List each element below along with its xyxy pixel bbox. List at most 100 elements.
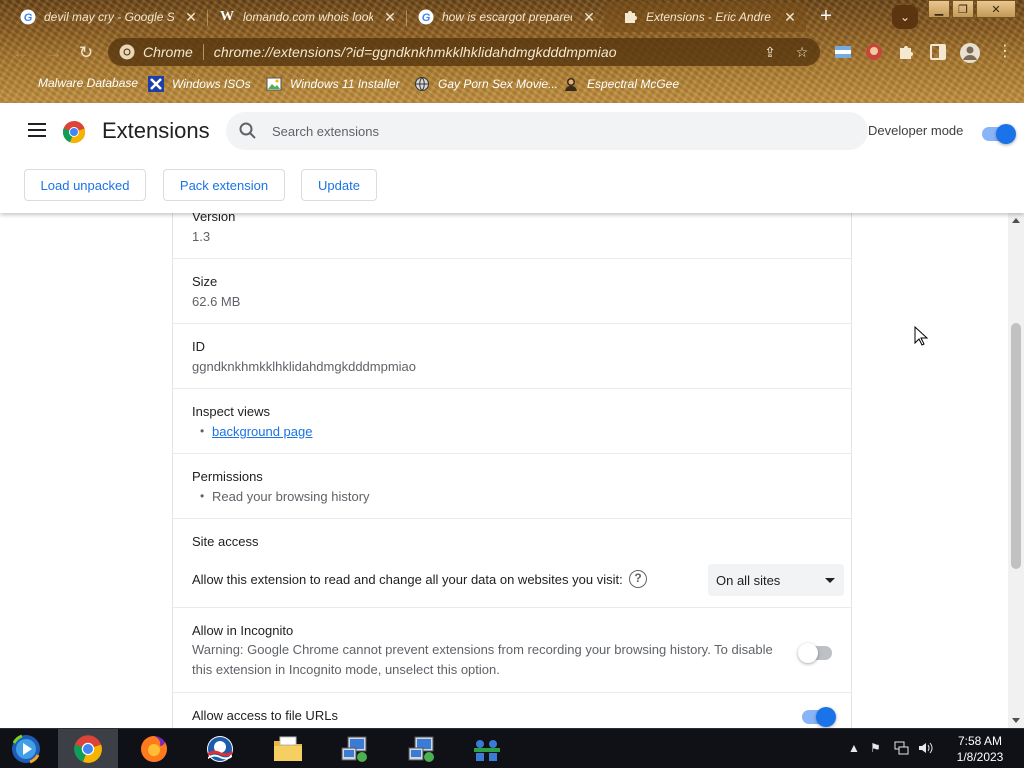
dropdown-caret-icon xyxy=(825,578,835,583)
taskbar-firefox-icon[interactable] xyxy=(124,729,184,768)
permissions-row: Permissions • Read your browsing history xyxy=(173,454,851,519)
bookmark-windows-isos[interactable]: Windows ISOs xyxy=(148,76,251,92)
taskbar-network-setup-icon[interactable] xyxy=(392,729,452,768)
vertical-scrollbar[interactable] xyxy=(1008,213,1024,728)
tab-whois-lookup[interactable]: W lomando.com whois lookup ✕ xyxy=(201,2,406,32)
tab-title: Extensions - Eric Andre xyxy=(646,10,771,24)
image-file-icon xyxy=(266,76,282,92)
incognito-label: Allow in Incognito xyxy=(192,623,294,638)
back-arrow-icon[interactable]: ← xyxy=(10,42,32,64)
tab-extensions[interactable]: Extensions - Eric Andre ✕ xyxy=(604,2,806,32)
site-access-select[interactable]: On all sites xyxy=(708,564,844,596)
allow-file-urls-toggle[interactable] xyxy=(802,707,836,727)
extension-details-view[interactable]: Version 1.3 Size 62.6 MB ID ggndknkhmkkl… xyxy=(0,213,1008,728)
tab-search-chevron-icon[interactable]: ⌄ xyxy=(892,5,918,29)
bullet-dot: • xyxy=(200,424,205,438)
chrome-logo-icon xyxy=(62,120,86,144)
taskbar-obama-logo-icon[interactable] xyxy=(190,729,250,768)
bookmark-label: Gay Porn Sex Movie... xyxy=(438,77,559,91)
tab-strip: G devil may cry - Google Se ✕ W lomando.… xyxy=(0,0,1024,34)
kebab-menu-icon[interactable]: ⋮ xyxy=(995,42,1015,62)
site-access-description: Allow this extension to read and change … xyxy=(192,572,623,587)
taskbar-chrome-icon[interactable] xyxy=(58,729,118,768)
inspect-views-row: Inspect views • background page xyxy=(173,389,851,454)
background-page-link[interactable]: background page xyxy=(212,424,312,439)
taskbar-network-setup-icon[interactable] xyxy=(325,729,385,768)
file-urls-row: Allow access to file URLs xyxy=(173,693,851,728)
system-clock[interactable]: 7:58 AM 1/8/2023 xyxy=(945,733,1015,765)
search-icon xyxy=(238,121,258,141)
bookmark-espectral-mcgee[interactable]: Espectral McGee xyxy=(563,76,679,92)
mouse-pointer-icon xyxy=(914,325,929,346)
action-center-flag-icon[interactable]: ⚑ xyxy=(870,741,881,755)
media-center-start-icon[interactable] xyxy=(8,733,44,765)
allow-incognito-toggle[interactable] xyxy=(798,643,832,663)
close-tab-icon[interactable]: ✕ xyxy=(382,9,398,25)
bookmark-label: Malware Database xyxy=(38,76,139,90)
url-text[interactable]: chrome://extensions/?id=ggndknkhmkklhkli… xyxy=(214,44,617,60)
search-extensions[interactable] xyxy=(226,112,868,150)
bookmark-windows-11-installer[interactable]: Windows 11 Installer xyxy=(266,76,400,92)
taskbar-file-explorer-icon[interactable] xyxy=(258,729,318,768)
search-input[interactable] xyxy=(272,123,832,139)
version-label: Version xyxy=(192,213,236,224)
bookmarks-bar: Malware Database Windows ISOs Windows 11… xyxy=(0,70,1024,98)
close-tab-icon[interactable]: ✕ xyxy=(782,9,798,25)
x-logo-icon xyxy=(148,76,164,92)
bookmark-adult-site[interactable]: Gay Porn Sex Movie... xyxy=(414,76,558,92)
load-unpacked-button[interactable]: Load unpacked xyxy=(24,169,146,201)
minimize-window-icon[interactable]: ▁ xyxy=(928,0,950,18)
new-tab-plus-icon[interactable]: + xyxy=(815,6,837,28)
id-label: ID xyxy=(192,339,205,354)
taskbar-network-users-icon[interactable] xyxy=(457,729,517,768)
network-status-icon[interactable] xyxy=(894,741,910,758)
windows-taskbar: ▲ ⚑ 7:58 AM 1/8/2023 xyxy=(0,728,1024,768)
size-value: 62.6 MB xyxy=(192,294,241,309)
permission-item: Read your browsing history xyxy=(212,489,370,504)
site-chip-label: Chrome xyxy=(143,44,193,60)
close-window-icon[interactable]: ✕ xyxy=(976,0,1016,18)
chrome-logo-icon xyxy=(119,44,135,60)
share-icon[interactable]: ⇪ xyxy=(762,44,778,60)
hamburger-menu-icon[interactable] xyxy=(28,123,46,137)
bookmark-malware-database[interactable]: Malware Database xyxy=(38,76,138,90)
flag-extension-icon[interactable] xyxy=(833,42,853,62)
forward-arrow-icon[interactable]: → xyxy=(43,42,65,64)
incognito-row: Allow in Incognito Warning: Google Chrom… xyxy=(173,608,851,693)
browser-chrome: G devil may cry - Google Se ✕ W lomando.… xyxy=(0,0,1024,103)
scrollbar-thumb[interactable] xyxy=(1011,323,1021,569)
tab-title: devil may cry - Google Se xyxy=(44,10,174,24)
bookmark-label: Windows 11 Installer xyxy=(290,77,400,91)
address-bar[interactable]: Chrome chrome://extensions/?id=ggndknkhm… xyxy=(108,38,820,66)
svg-text:G: G xyxy=(24,12,33,24)
bookmark-label: Windows ISOs xyxy=(172,77,251,91)
restore-window-icon[interactable]: ❐ xyxy=(952,0,974,18)
globe-icon xyxy=(414,76,430,92)
help-question-icon[interactable]: ? xyxy=(629,570,647,588)
profile-extension-icon[interactable] xyxy=(864,42,884,62)
scroll-up-arrow-icon[interactable] xyxy=(1012,218,1020,223)
side-panel-icon[interactable] xyxy=(928,42,948,62)
tab-title: lomando.com whois lookup xyxy=(243,10,373,24)
bookmark-star-icon[interactable]: ☆ xyxy=(794,44,810,60)
show-hidden-icons-caret-icon[interactable]: ▲ xyxy=(848,741,860,755)
tab-escargot[interactable]: G how is escargot prepared ✕ xyxy=(400,2,605,32)
scroll-down-arrow-icon[interactable] xyxy=(1012,718,1020,723)
tab-devil-may-cry[interactable]: G devil may cry - Google Se ✕ xyxy=(2,2,207,32)
volume-speaker-icon[interactable] xyxy=(918,741,934,758)
extensions-header: Extensions Developer mode Load unpacked … xyxy=(0,103,1024,213)
profile-avatar-icon[interactable] xyxy=(959,42,980,63)
reload-icon[interactable]: ↻ xyxy=(75,42,97,64)
update-button[interactable]: Update xyxy=(301,169,377,201)
pack-extension-button[interactable]: Pack extension xyxy=(163,169,285,201)
close-tab-icon[interactable]: ✕ xyxy=(581,9,597,25)
inspect-views-label: Inspect views xyxy=(192,404,271,419)
extensions-puzzle-icon[interactable] xyxy=(896,42,916,62)
close-tab-icon[interactable]: ✕ xyxy=(183,9,199,25)
puzzle-piece-icon xyxy=(622,9,638,25)
details-card: Version 1.3 Size 62.6 MB ID ggndknkhmkkl… xyxy=(172,213,852,728)
bullet-dot: • xyxy=(200,489,205,503)
id-row: ID ggndknkhmkklhklidahdmgkdddmpmiao xyxy=(173,324,851,389)
version-row: Version 1.3 xyxy=(173,213,851,259)
developer-mode-toggle[interactable] xyxy=(982,124,1016,144)
